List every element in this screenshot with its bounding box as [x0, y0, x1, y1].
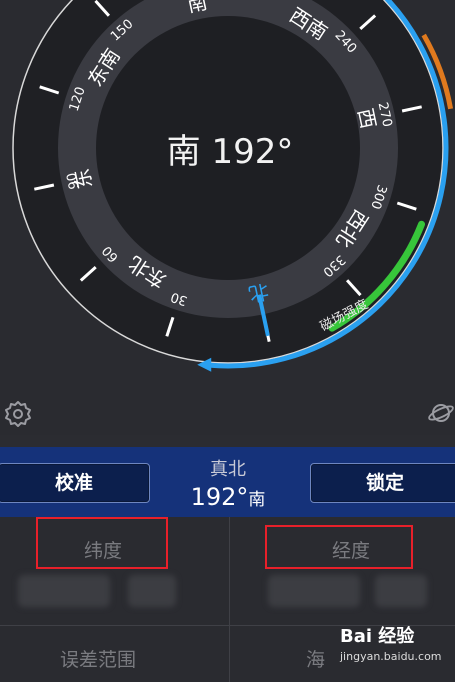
control-bar: 校准 真北 192°南 锁定	[0, 447, 455, 517]
heading-readout: 南 192°	[166, 132, 294, 172]
altitude-label: 海	[306, 649, 326, 671]
compass-dial: 南150东南120东60 东北30 北330西北300西270240西南90	[12, 0, 454, 372]
latitude-value-blurred-2	[128, 575, 176, 607]
north-direction: 南	[248, 490, 266, 510]
compass-area: 南 150 东南 120 东 60 东北 30 北 330 西北 300 西 270 240 西南 90 南 1…	[0, 0, 455, 435]
longitude-value-blurred	[268, 575, 360, 607]
watermark-site: jingyan.baidu.com	[340, 650, 442, 663]
calibrate-button[interactable]: 校准	[0, 463, 150, 503]
lock-button[interactable]: 锁定	[310, 463, 455, 503]
longitude-highlight-box	[265, 525, 413, 569]
column-divider	[229, 517, 230, 682]
gear-icon[interactable]	[0, 396, 36, 432]
error-range-label: 误差范围	[60, 649, 137, 671]
true-north-label: 真北	[210, 459, 246, 480]
planet-icon[interactable]	[426, 398, 455, 428]
latitude-value-blurred	[18, 575, 110, 607]
watermark: Bai 经验 jingyan.baidu.com	[340, 622, 442, 663]
true-north-value: 192°南	[150, 483, 306, 511]
longitude-value-blurred-2	[375, 575, 427, 607]
north-degree: 192°	[190, 483, 249, 511]
latitude-highlight-box	[36, 517, 168, 569]
watermark-brand: Bai 经验	[340, 626, 415, 647]
